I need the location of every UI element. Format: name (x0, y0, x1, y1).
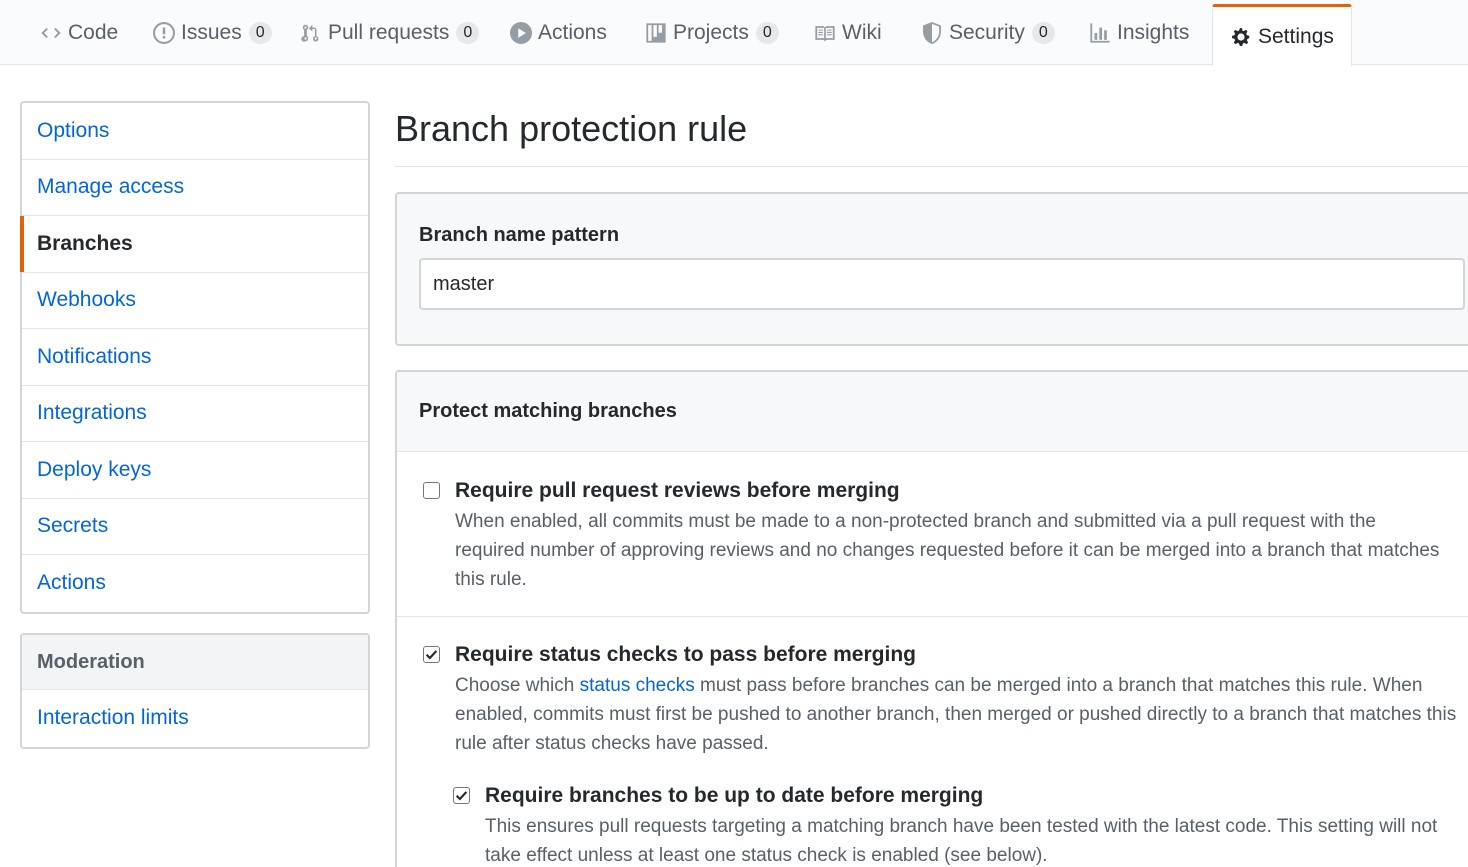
sidebar-item-interaction-limits[interactable]: Interaction limits (22, 690, 368, 747)
protect-branches-box: Protect matching branches Require pull r… (395, 370, 1468, 867)
issues-counter: 0 (248, 21, 272, 44)
checkmark-icon (425, 650, 438, 660)
sidebar-item-manage-access[interactable]: Manage access (22, 160, 368, 216)
tab-issues[interactable]: Issues 0 (153, 0, 272, 65)
security-counter: 0 (1031, 21, 1055, 44)
tab-wiki[interactable]: Wiki (814, 0, 882, 65)
issue-icon (153, 21, 175, 44)
gear-icon (1230, 26, 1252, 48)
require-reviews-title: Require pull request reviews before merg… (455, 479, 900, 502)
sidebar-item-options[interactable]: Options (22, 103, 368, 160)
sidebar-item-secrets[interactable]: Secrets (22, 499, 368, 555)
project-icon (645, 22, 667, 44)
protect-branches-heading: Protect matching branches (397, 372, 1468, 452)
sidebar-item-webhooks[interactable]: Webhooks (22, 273, 368, 329)
branch-pattern-box: Branch name pattern (395, 192, 1468, 346)
branch-pattern-label: Branch name pattern (419, 224, 620, 246)
tab-pull-requests[interactable]: Pull requests 0 (300, 0, 480, 65)
tab-pull-requests-label: Pull requests (328, 20, 450, 44)
status-checks-link[interactable]: status checks (580, 675, 695, 696)
play-icon (510, 21, 532, 44)
settings-sidebar: Options Manage access Branches Webhooks … (20, 101, 370, 614)
status-desc-pre: Choose which (455, 675, 580, 696)
sidebar-item-deploy-keys[interactable]: Deploy keys (22, 442, 368, 499)
rule-divider (397, 616, 1468, 617)
moderation-heading: Moderation (22, 635, 368, 690)
tab-actions[interactable]: Actions (510, 0, 607, 65)
shield-icon (921, 21, 943, 44)
require-up-to-date-checkbox[interactable] (453, 787, 470, 804)
pull-requests-counter: 0 (456, 21, 480, 44)
tab-settings[interactable]: Settings (1212, 4, 1352, 66)
branch-pattern-input[interactable] (419, 258, 1465, 310)
sidebar-item-actions[interactable]: Actions (22, 555, 368, 612)
tab-security-label: Security (949, 20, 1025, 44)
require-reviews-description: When enabled, all commits must be made t… (455, 511, 1440, 590)
require-status-checks-title: Require status checks to pass before mer… (455, 643, 916, 666)
code-icon (40, 22, 62, 44)
tab-code[interactable]: Code (40, 0, 118, 65)
sidebar-item-branches[interactable]: Branches (20, 216, 368, 273)
book-icon (814, 22, 836, 44)
title-divider (395, 166, 1468, 167)
tab-projects-label: Projects (673, 20, 749, 44)
require-up-to-date-description: This ensures pull requests targeting a m… (485, 816, 1438, 866)
tab-insights[interactable]: Insights (1089, 0, 1189, 65)
tab-code-label: Code (68, 20, 119, 44)
tab-security[interactable]: Security 0 (921, 0, 1055, 65)
require-status-checks-description: Choose which status checks must pass bef… (455, 671, 1465, 758)
require-reviews-checkbox[interactable] (423, 482, 440, 499)
require-status-checks-checkbox[interactable] (423, 646, 440, 663)
sidebar-item-notifications[interactable]: Notifications (22, 329, 368, 386)
require-up-to-date-title: Require branches to be up to date before… (485, 784, 984, 807)
pull-request-icon (300, 22, 322, 44)
tab-issues-label: Issues (181, 20, 242, 44)
tab-actions-label: Actions (538, 20, 607, 44)
sidebar-item-integrations[interactable]: Integrations (22, 386, 368, 442)
tab-insights-label: Insights (1117, 20, 1190, 44)
tab-wiki-label: Wiki (842, 20, 882, 44)
tab-settings-label: Settings (1258, 24, 1334, 48)
moderation-sidebar: Moderation Interaction limits (20, 633, 370, 749)
projects-counter: 0 (755, 21, 779, 44)
graph-icon (1089, 22, 1111, 44)
checkmark-icon (455, 791, 468, 801)
repo-nav-tabs: Code Issues 0 Pull requests 0 Actions Pr… (0, 0, 1468, 66)
page-title: Branch protection rule (395, 108, 748, 149)
tab-projects[interactable]: Projects 0 (645, 0, 779, 65)
